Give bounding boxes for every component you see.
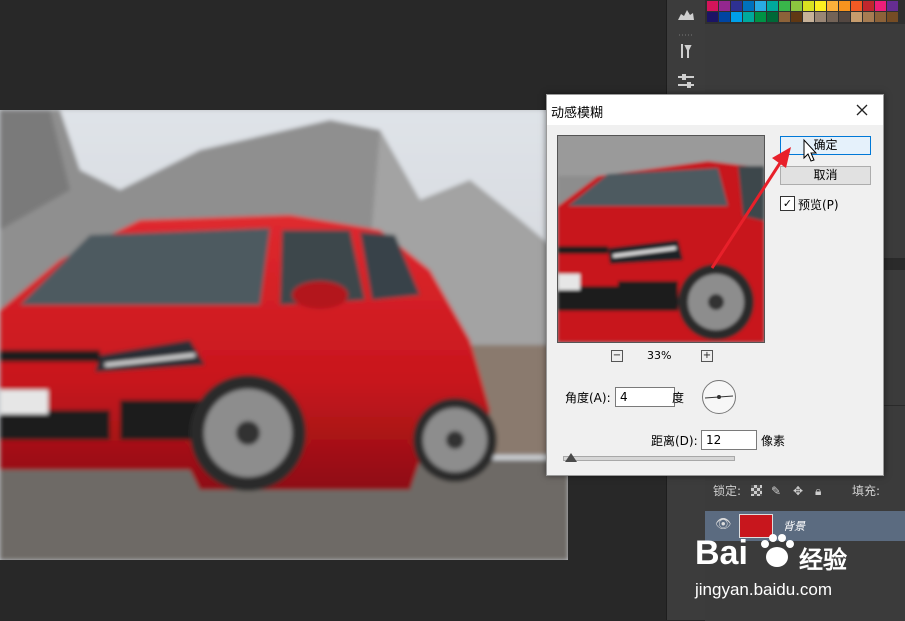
- angle-dial[interactable]: [702, 380, 736, 414]
- swatch[interactable]: [779, 12, 790, 22]
- preview-car: [558, 136, 764, 342]
- histogram-icon[interactable]: [676, 4, 696, 22]
- move-icon[interactable]: ✥: [793, 478, 803, 504]
- swatch[interactable]: [719, 12, 730, 22]
- swatch[interactable]: [731, 12, 742, 22]
- preview-label: 预览(P): [798, 198, 839, 212]
- swatch[interactable]: [815, 12, 826, 22]
- checkerboard-icon[interactable]: [751, 485, 762, 496]
- swatch[interactable]: [755, 1, 766, 11]
- motion-blur-dialog: 动感模糊 确定 取消 ✓ 预览(P) − 33% + 角度(A): 4 度 距离…: [546, 94, 884, 476]
- paw-icon: [761, 534, 794, 567]
- distance-slider[interactable]: [563, 456, 735, 461]
- swatch[interactable]: [887, 1, 898, 11]
- distance-input[interactable]: 12: [701, 430, 757, 450]
- watermark-brand: Bai: [695, 534, 748, 572]
- lock-icon[interactable]: 🔒︎: [815, 478, 821, 504]
- swatch[interactable]: [803, 1, 814, 11]
- swatch[interactable]: [707, 12, 718, 22]
- car-photo: [0, 110, 568, 560]
- swatch[interactable]: [791, 12, 802, 22]
- angle-dial-needle: [704, 395, 734, 399]
- swatch[interactable]: [875, 12, 886, 22]
- swatch-grid[interactable]: [705, 0, 905, 24]
- dialog-titlebar[interactable]: 动感模糊: [547, 95, 883, 125]
- watermark-url: jingyan.baidu.com: [695, 580, 833, 599]
- swatch[interactable]: [767, 12, 778, 22]
- swatch[interactable]: [839, 1, 850, 11]
- angle-input[interactable]: 4: [615, 387, 675, 407]
- swatch[interactable]: [839, 12, 850, 22]
- zoom-level: 33%: [647, 349, 672, 362]
- swatch[interactable]: [743, 12, 754, 22]
- panel-tab[interactable]: [881, 258, 905, 270]
- canvas-image[interactable]: [0, 110, 568, 560]
- lock-row: 锁定: ✎ ✥ 🔒︎ 填充:: [705, 478, 905, 504]
- close-button[interactable]: [847, 99, 877, 121]
- angle-unit: 度: [672, 391, 685, 405]
- close-icon: [856, 104, 868, 116]
- distance-label: 距离(D):: [651, 434, 698, 448]
- lock-label: 锁定:: [713, 484, 742, 498]
- swatch[interactable]: [791, 1, 802, 11]
- swatch[interactable]: [815, 1, 826, 11]
- swatch[interactable]: [827, 1, 838, 11]
- cancel-button[interactable]: 取消: [780, 166, 871, 185]
- swatch[interactable]: [851, 12, 862, 22]
- swatches-panel: [705, 0, 905, 24]
- baidu-watermark: Bai 经验 jingyan.baidu.com: [695, 520, 905, 620]
- angle-label: 角度(A):: [565, 391, 611, 405]
- watermark-suffix: 经验: [799, 546, 847, 574]
- preview-image[interactable]: [557, 135, 765, 343]
- swatch[interactable]: [767, 1, 778, 11]
- fill-label: 填充:: [852, 484, 881, 498]
- zoom-out-button[interactable]: −: [611, 350, 623, 362]
- sliders-icon[interactable]: [676, 72, 696, 90]
- swatch[interactable]: [863, 12, 874, 22]
- swatch[interactable]: [755, 12, 766, 22]
- preview-checkbox[interactable]: ✓: [780, 196, 795, 211]
- swatch[interactable]: [863, 1, 874, 11]
- dialog-title: 动感模糊: [551, 106, 604, 121]
- distance-unit: 像素: [761, 434, 786, 448]
- tools-icon[interactable]: [676, 42, 696, 60]
- distance-slider-thumb[interactable]: [565, 453, 577, 462]
- swatch[interactable]: [731, 1, 742, 11]
- swatch[interactable]: [803, 12, 814, 22]
- swatch[interactable]: [827, 12, 838, 22]
- zoom-in-button[interactable]: +: [701, 350, 713, 362]
- swatch[interactable]: [743, 1, 754, 11]
- swatch[interactable]: [707, 1, 718, 11]
- swatch[interactable]: [719, 1, 730, 11]
- swatch[interactable]: [851, 1, 862, 11]
- ok-button[interactable]: 确定: [780, 136, 871, 155]
- brush-icon[interactable]: ✎: [771, 478, 781, 504]
- swatch[interactable]: [779, 1, 790, 11]
- swatch[interactable]: [875, 1, 886, 11]
- swatch[interactable]: [887, 12, 898, 22]
